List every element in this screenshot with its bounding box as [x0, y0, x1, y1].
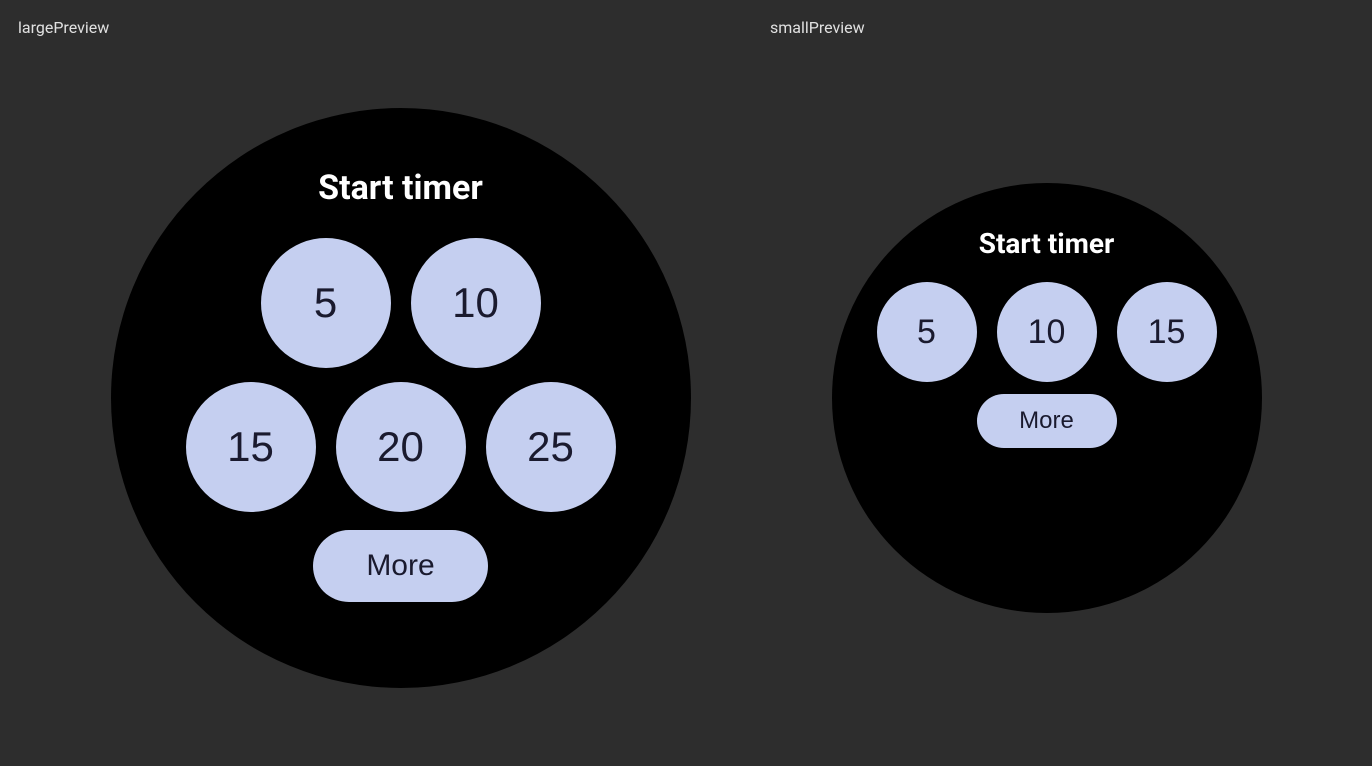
- small-watch-title: Start timer: [979, 227, 1115, 260]
- small-btn-5[interactable]: 5: [877, 282, 977, 382]
- large-btn-15[interactable]: 15: [186, 382, 316, 512]
- large-btn-10[interactable]: 10: [411, 238, 541, 368]
- large-preview-label: largePreview: [18, 18, 109, 37]
- large-watch-title: Start timer: [318, 168, 483, 208]
- small-preview-label: smallPreview: [770, 18, 865, 37]
- small-timer-buttons: 5 10 15 More: [877, 282, 1217, 448]
- previews-container: Start timer 5 10 15 20 25: [0, 0, 1372, 766]
- small-btn-15[interactable]: 15: [1117, 282, 1217, 382]
- large-btn-20[interactable]: 20: [336, 382, 466, 512]
- small-watch: Start timer 5 10 15 More: [832, 183, 1262, 613]
- small-row-1: 5 10 15: [877, 282, 1217, 382]
- small-more-button[interactable]: More: [977, 394, 1117, 448]
- large-btn-5[interactable]: 5: [261, 238, 391, 368]
- large-more-button[interactable]: More: [313, 530, 488, 602]
- large-watch: Start timer 5 10 15 20 25: [111, 108, 691, 688]
- large-timer-buttons: 5 10 15 20 25 More: [186, 238, 616, 602]
- large-row-2: 15 20 25: [186, 382, 616, 512]
- large-row-1: 5 10: [261, 238, 541, 368]
- small-btn-10[interactable]: 10: [997, 282, 1097, 382]
- large-btn-25[interactable]: 25: [486, 382, 616, 512]
